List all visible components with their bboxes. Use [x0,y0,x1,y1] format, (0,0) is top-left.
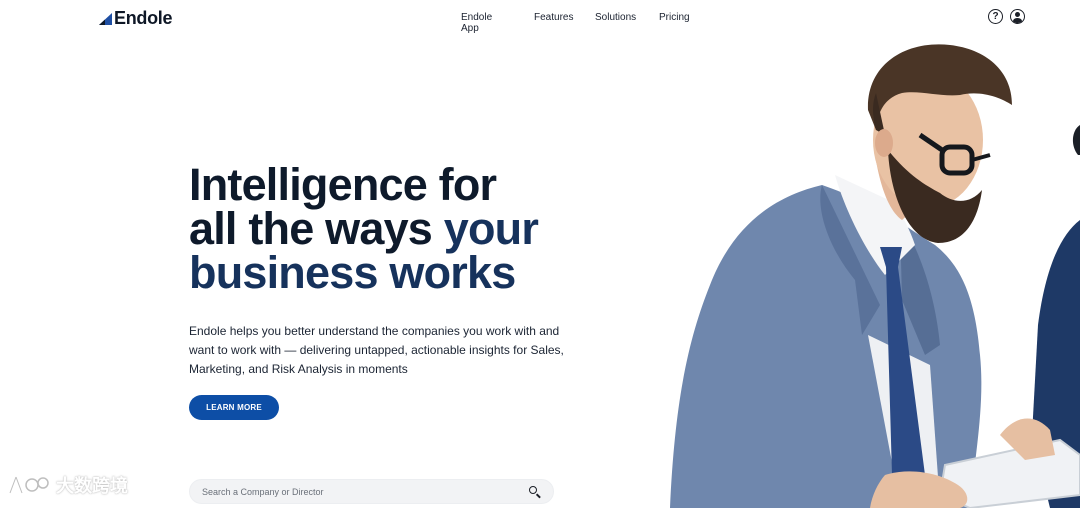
nav-solutions[interactable]: Solutions [595,12,636,23]
header-icons: ? [988,9,1025,24]
logo-text: Endole [114,8,173,28]
watermark-logo-icon [8,476,49,494]
hero-businessman-image [670,44,1080,508]
logo-mark-icon [99,12,112,25]
hero-subtext: Endole helps you better understand the c… [189,324,564,376]
company-search-bar[interactable] [189,479,554,504]
nav-pricing[interactable]: Pricing [659,12,690,23]
watermark-text: 大数跨境 [56,476,128,497]
hero-headline: Intelligence for all the ways your busin… [189,162,609,298]
watermark: 大数跨境 [6,472,128,498]
nav-features[interactable]: Features [534,12,573,23]
search-input[interactable] [202,486,529,497]
page: Endole Endole App Features Solutions Pri… [0,0,1080,508]
help-circle-icon[interactable]: ? [988,9,1003,24]
search-icon[interactable] [529,485,541,498]
endole-logo[interactable]: Endole [99,8,173,29]
headline-line-3: business works [189,247,516,298]
learn-more-button[interactable]: LEARN MORE [189,395,279,420]
nav-endole-app[interactable]: Endole App [461,12,492,34]
user-circle-icon[interactable] [1010,9,1025,24]
